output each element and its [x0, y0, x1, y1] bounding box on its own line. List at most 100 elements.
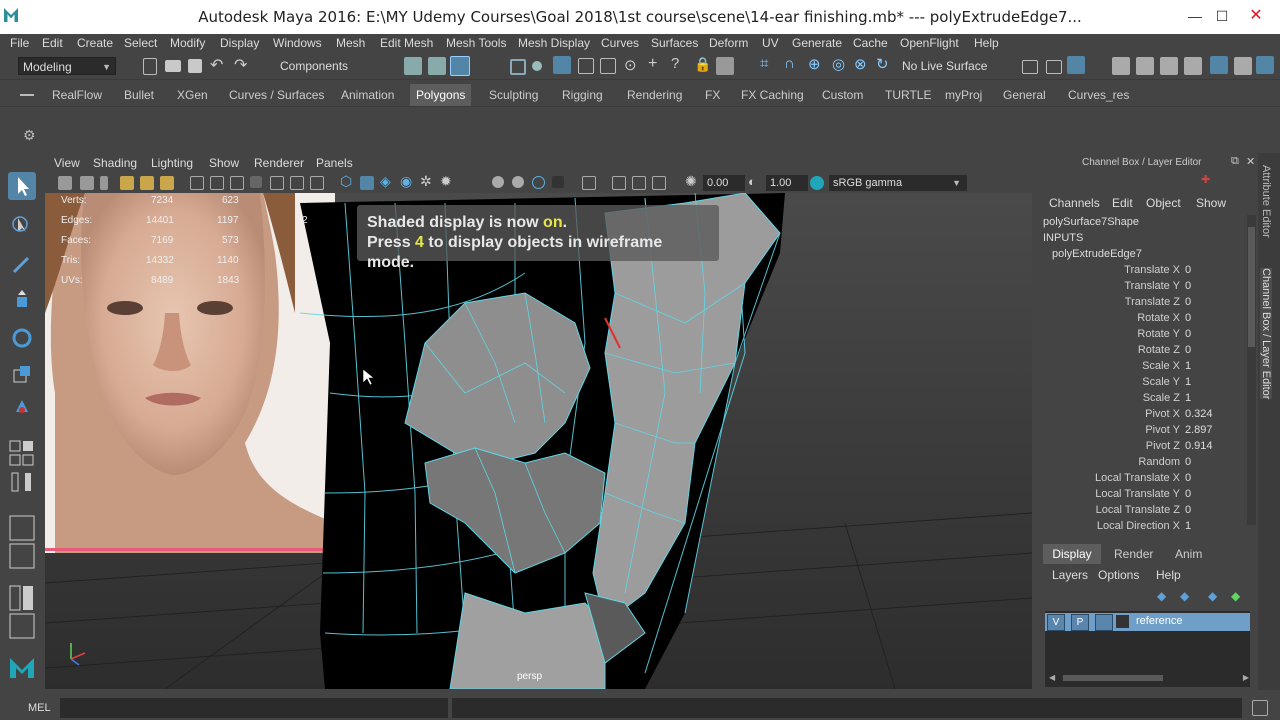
command-language-label[interactable]: MEL	[28, 702, 51, 714]
scroll-left-icon[interactable]: ◀	[1049, 673, 1055, 682]
layer-scrollbar[interactable]: ◀ ▶	[1049, 673, 1249, 683]
channel-row[interactable]: Pivot X 0.324	[1040, 408, 1240, 424]
channel-value-field[interactable]: 0	[1185, 488, 1242, 500]
layer-display-type-toggle[interactable]	[1095, 614, 1113, 631]
point-mask-icon[interactable]	[532, 61, 542, 71]
channel-row[interactable]: Local Translate Z 0	[1040, 504, 1240, 520]
layout-presets-icon[interactable]	[8, 437, 36, 497]
channel-value-field[interactable]: 0.914	[1185, 440, 1242, 452]
tab-anim[interactable]: Anim	[1175, 547, 1202, 561]
manipulator-icon[interactable]: ✚	[1201, 173, 1213, 186]
vp-menu-lighting[interactable]: Lighting	[151, 156, 193, 170]
shelf-tab-general[interactable]: General	[1001, 88, 1048, 102]
layer-menu-options[interactable]: Options	[1098, 568, 1139, 582]
channel-label[interactable]: Translate Z	[1060, 296, 1180, 308]
render-view-icon[interactable]	[1112, 57, 1130, 75]
channel-label[interactable]: Local Direction X	[1060, 520, 1180, 532]
wireframe-icon[interactable]: ⬡	[340, 173, 354, 189]
move-layer-up-icon[interactable]: ◆	[1157, 589, 1166, 603]
image-plane-icon[interactable]	[120, 176, 134, 190]
scale-tool-icon[interactable]	[8, 360, 36, 388]
select-component-icon[interactable]	[450, 56, 470, 76]
vertex-mask-icon[interactable]	[510, 59, 526, 75]
save-scene-icon[interactable]	[188, 59, 202, 73]
menu-mesh-display[interactable]: Mesh Display	[518, 36, 590, 50]
shadows-icon[interactable]: ✹	[440, 173, 454, 189]
shelf-tab-bullet[interactable]: Bullet	[122, 88, 156, 102]
lock-icon[interactable]: 🔒	[694, 56, 712, 74]
hypershade-icon[interactable]	[1210, 56, 1228, 74]
menu-file[interactable]: File	[10, 36, 29, 50]
vp-menu-shading[interactable]: Shading	[93, 156, 137, 170]
menu-edit[interactable]: Edit	[42, 36, 63, 50]
layer-visibility-toggle[interactable]: V	[1047, 614, 1065, 631]
side-tab-channel-box[interactable]: Channel Box / Layer Editor	[1260, 268, 1272, 400]
menu-generate[interactable]: Generate	[792, 36, 842, 50]
shelf-tab-animation[interactable]: Animation	[339, 88, 396, 102]
menu-create[interactable]: Create	[77, 36, 113, 50]
question-icon[interactable]: ?	[671, 55, 689, 73]
channel-row[interactable]: Rotate X 0	[1040, 312, 1240, 328]
vp-menu-view[interactable]: View	[54, 156, 80, 170]
xray-joints-icon[interactable]	[632, 176, 646, 190]
snap-curve-icon[interactable]: ∩	[784, 55, 802, 73]
xray-components-icon[interactable]	[652, 176, 666, 190]
bookmark-icon[interactable]	[100, 176, 108, 190]
menu-cache[interactable]: Cache	[853, 36, 888, 50]
channel-label[interactable]: Scale Y	[1060, 376, 1180, 388]
channel-label[interactable]: Translate Y	[1060, 280, 1180, 292]
shelf-settings-gear-icon[interactable]: ⚙	[23, 127, 36, 144]
shelf-tab-realflow[interactable]: RealFlow	[50, 88, 104, 102]
menu-curves[interactable]: Curves	[601, 36, 639, 50]
menu-uv[interactable]: UV	[762, 36, 779, 50]
channel-row[interactable]: Pivot Y 2.897	[1040, 424, 1240, 440]
universal-manipulator-icon[interactable]	[8, 394, 36, 422]
menuset-dropdown[interactable]: Modeling ▼	[18, 57, 116, 75]
screen-space-ao-icon[interactable]	[492, 176, 504, 188]
exposure-icon[interactable]: ✺	[685, 173, 699, 189]
shelf-tab-myproj[interactable]: myProj	[943, 88, 984, 102]
snap-surface-icon[interactable]: ⊗	[854, 55, 872, 73]
depth-of-field-icon[interactable]	[552, 176, 564, 188]
channel-value-field[interactable]: 0	[1185, 504, 1242, 516]
channel-row[interactable]: Scale Y 1	[1040, 376, 1240, 392]
edge-mask-icon[interactable]	[553, 56, 571, 74]
channel-value-field[interactable]: 1	[1185, 360, 1242, 372]
use-all-lights-icon[interactable]: ✲	[420, 173, 434, 189]
vp-menu-show[interactable]: Show	[209, 156, 239, 170]
plus-icon[interactable]: +	[648, 55, 666, 73]
safe-action-icon[interactable]	[290, 176, 304, 190]
channel-value-field[interactable]: 0	[1185, 344, 1242, 356]
layer-row-reference[interactable]: V P reference	[1045, 613, 1250, 631]
menu-surfaces[interactable]: Surfaces	[651, 36, 698, 50]
channel-row[interactable]: Local Translate Y 0	[1040, 488, 1240, 504]
channel-label[interactable]: Translate X	[1060, 264, 1180, 276]
field-chart-icon[interactable]	[270, 176, 284, 190]
smooth-shade-icon[interactable]	[360, 176, 374, 190]
make-live-icon[interactable]: ↻	[876, 55, 894, 73]
channel-value-field[interactable]: 0	[1185, 456, 1242, 468]
menu-mesh-tools[interactable]: Mesh Tools	[446, 36, 506, 50]
menu-openflight[interactable]: OpenFlight	[900, 36, 959, 50]
menu-edit-mesh[interactable]: Edit Mesh	[380, 36, 433, 50]
2d-pan-zoom-icon[interactable]	[140, 176, 154, 190]
shelf-tab-rigging[interactable]: Rigging	[560, 88, 605, 102]
gamma-field[interactable]: 1.00	[766, 175, 808, 191]
channel-value-field[interactable]: 0	[1185, 312, 1242, 324]
menu-mesh[interactable]: Mesh	[336, 36, 365, 50]
channel-label[interactable]: Local Translate X	[1060, 472, 1180, 484]
render-frame-icon[interactable]	[1136, 57, 1154, 75]
menu-deform[interactable]: Deform	[709, 36, 748, 50]
anti-aliasing-icon[interactable]	[532, 176, 545, 189]
shelf-tab-curves-surfaces[interactable]: Curves / Surfaces	[227, 88, 326, 102]
vp-menu-panels[interactable]: Panels	[316, 156, 353, 170]
menu-display[interactable]: Display	[220, 36, 259, 50]
channel-row[interactable]: Translate X 0	[1040, 264, 1240, 280]
film-gate-icon[interactable]	[210, 176, 224, 190]
menu-help[interactable]: Help	[974, 36, 999, 50]
exposure-field[interactable]: 0.00	[703, 175, 745, 191]
input-ops-icon[interactable]	[1022, 60, 1038, 74]
cb-menu-show[interactable]: Show	[1196, 196, 1226, 210]
grease-pencil-icon[interactable]	[160, 176, 174, 190]
cb-menu-channels[interactable]: Channels	[1049, 196, 1100, 210]
